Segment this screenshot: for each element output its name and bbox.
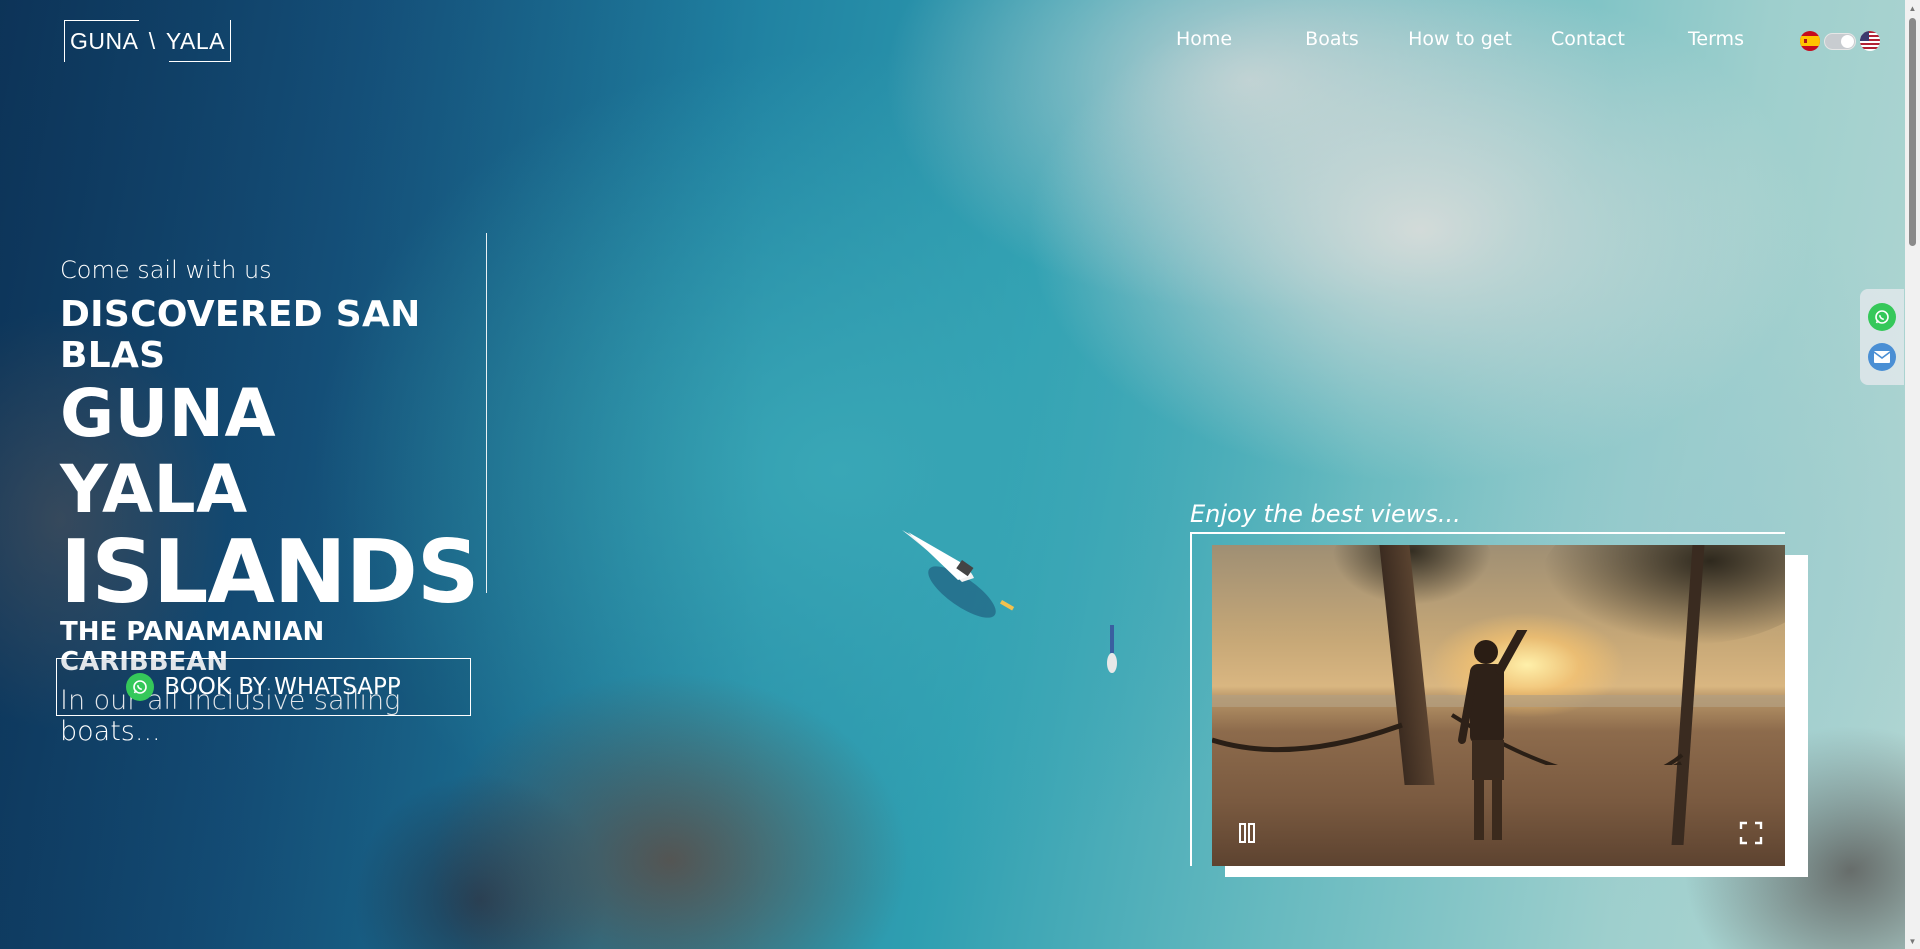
language-switcher [1800, 31, 1880, 51]
hero-tagline: Come sail with us [60, 256, 272, 284]
scrollbar-thumb[interactable] [1909, 18, 1916, 246]
logo-separator: \ [148, 27, 156, 54]
book-by-whatsapp-button[interactable]: BOOK BY WHATSAPP [56, 658, 471, 716]
hero-text-block: Come sail with us DISCOVERED SAN BLAS GU… [60, 233, 487, 747]
video-player[interactable] [1212, 545, 1785, 866]
hero-heading-line3: ISLANDS [60, 521, 479, 623]
book-button-label: BOOK BY WHATSAPP [164, 674, 401, 700]
spain-flag-icon[interactable] [1800, 31, 1820, 51]
pause-icon [1239, 823, 1255, 843]
video-fullscreen-button[interactable] [1736, 818, 1766, 848]
language-toggle[interactable] [1824, 32, 1856, 50]
side-contact-widget [1860, 289, 1904, 385]
nav-contact[interactable]: Contact [1524, 28, 1652, 50]
nav-how-to-get[interactable]: How to get [1396, 28, 1524, 50]
page-scrollbar[interactable]: ▲ ▼ [1905, 0, 1920, 949]
hero-heading-line2: GUNA YALA [60, 375, 277, 528]
logo-text-right: YALA [165, 27, 225, 54]
main-nav: Home Boats How to get Contact Terms [1140, 28, 1780, 50]
scroll-up-arrow-icon[interactable]: ▲ [1905, 0, 1920, 16]
video-caption: Enjoy the best views... [1190, 500, 1461, 528]
usa-flag-icon[interactable] [1860, 31, 1880, 51]
nav-terms[interactable]: Terms [1652, 28, 1780, 50]
nav-boats[interactable]: Boats [1268, 28, 1396, 50]
fullscreen-icon [1739, 821, 1763, 845]
hero-heading-line1: DISCOVERED SAN BLAS [60, 294, 421, 376]
site-logo[interactable]: GUNA \ YALA [64, 20, 231, 62]
video-person-silhouette [1458, 630, 1528, 840]
video-palm-fronds [1542, 545, 1785, 645]
sailboat-image [902, 530, 1015, 618]
whatsapp-icon[interactable] [1868, 303, 1896, 331]
logo-text-left: GUNA [70, 27, 139, 54]
video-pause-button[interactable] [1232, 818, 1262, 848]
whatsapp-icon [126, 673, 155, 701]
scroll-down-arrow-icon[interactable]: ▼ [1905, 933, 1920, 949]
nav-home[interactable]: Home [1140, 28, 1268, 50]
paddleboard-image [1107, 625, 1117, 673]
mail-icon[interactable] [1868, 343, 1896, 371]
